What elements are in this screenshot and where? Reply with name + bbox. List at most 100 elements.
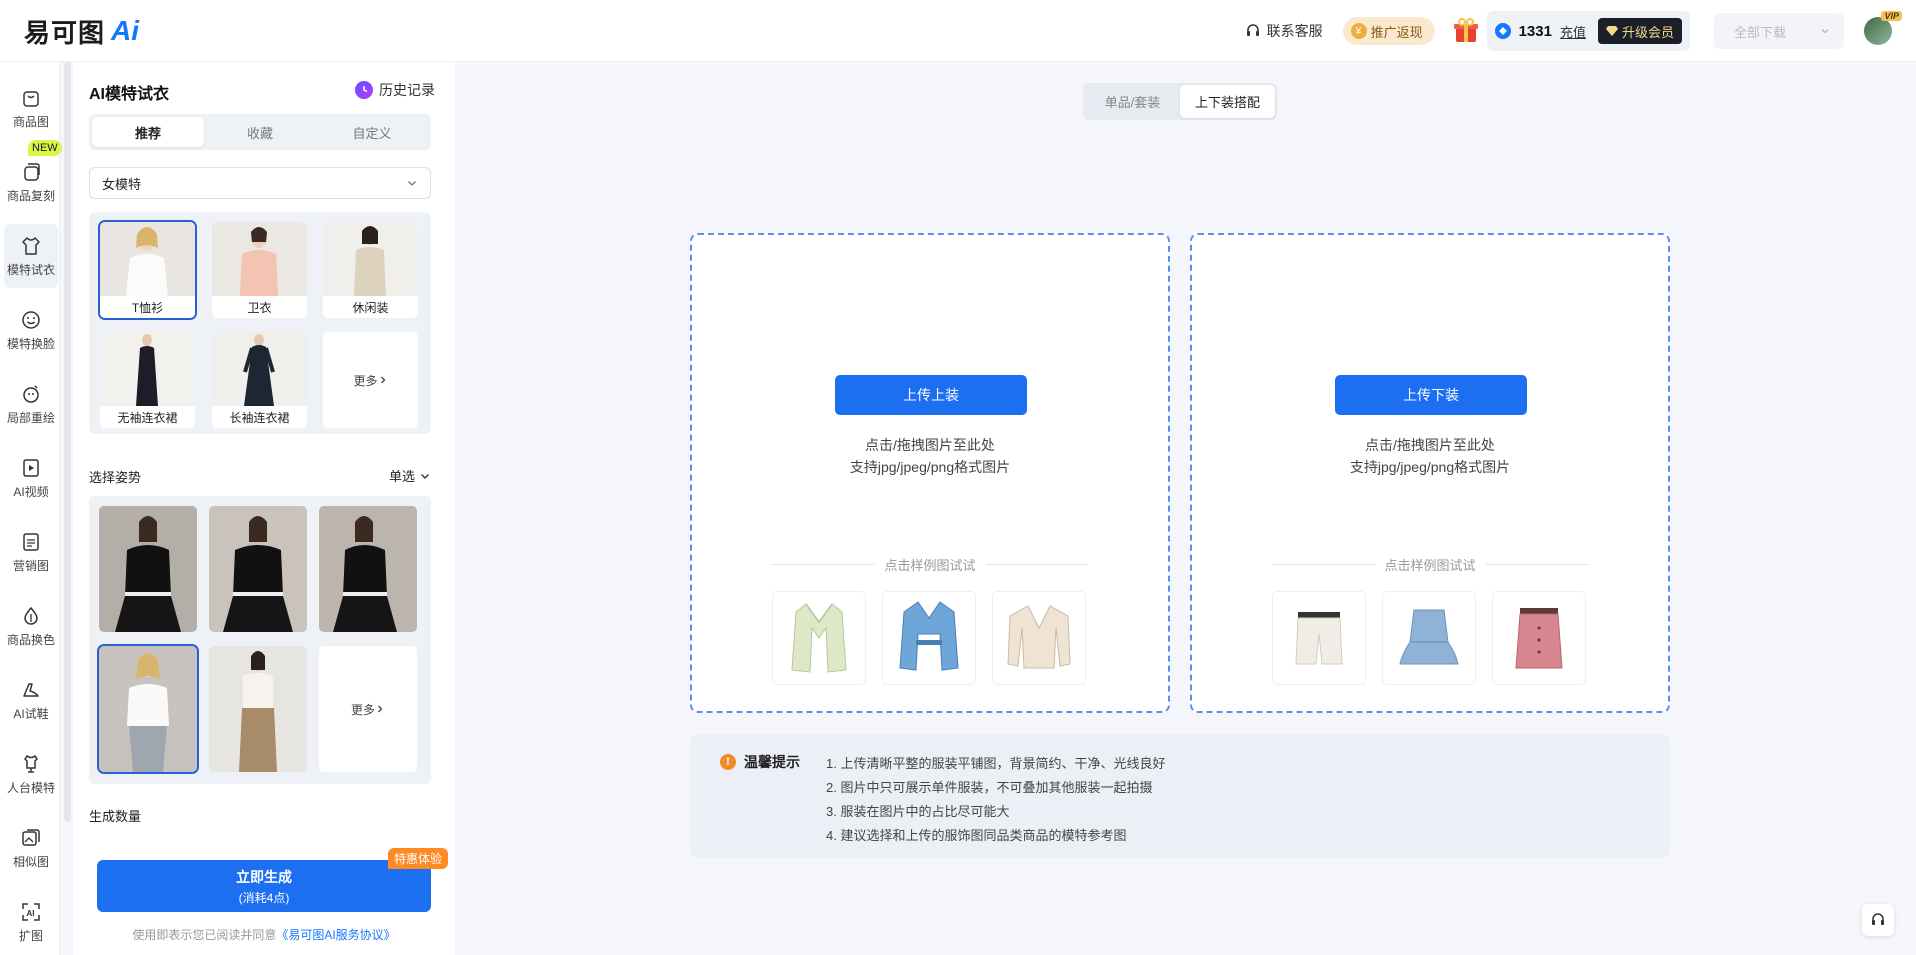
upload-top-dropzone[interactable]: 上传上装 点击/拖拽图片至此处 支持jpg/jpeg/png格式图片 点击样例图… [690, 233, 1170, 713]
tab-custom[interactable]: 自定义 [316, 117, 428, 147]
sample-denim-skirt[interactable] [1382, 591, 1476, 685]
tip-item: 2. 图片中只可展示单件服装，不可叠加其他服装一起拍摄 [826, 780, 1153, 795]
upload-bottom-dropzone[interactable]: 上传下装 点击/拖拽图片至此处 支持jpg/jpeg/png格式图片 点击样例图… [1190, 233, 1670, 713]
video-icon [23, 458, 39, 477]
pose-card[interactable] [209, 506, 307, 632]
pose-card[interactable] [209, 646, 307, 772]
nav-item-similar-image[interactable]: 相似图 [4, 816, 58, 880]
chevron-right-icon [380, 376, 385, 384]
floating-service-button[interactable] [1862, 904, 1894, 936]
tab-recommend[interactable]: 推荐 [92, 117, 204, 147]
more-label: 更多 [353, 373, 378, 388]
nav-label: 模特换脸 [6, 336, 55, 351]
nav-item-partial-repaint[interactable]: 局部重绘 [4, 372, 58, 436]
recharge-link[interactable]: 充值 [1560, 22, 1586, 41]
new-badge: NEW [28, 140, 62, 156]
upload-top-button[interactable]: 上传上装 [835, 375, 1027, 415]
model-card-hoodie[interactable]: 卫衣 [212, 222, 307, 318]
model-photo [323, 222, 418, 296]
nav-label: 扩图 [18, 928, 43, 943]
sample-beige-blouse[interactable] [992, 591, 1086, 685]
download-all-dropdown[interactable]: 全部下载 [1714, 13, 1844, 49]
chevron-down-icon [408, 181, 416, 186]
expand-image-icon: AI [22, 902, 40, 921]
color-drop-icon [24, 606, 38, 625]
more-poses-button[interactable]: 更多 [319, 646, 417, 772]
nav-item-product-recolor[interactable]: 商品换色 [4, 594, 58, 658]
upgrade-vip-button[interactable]: 升级会员 [1597, 18, 1682, 44]
sample-pink-skirt[interactable] [1492, 591, 1586, 685]
sample-list [772, 591, 1088, 685]
settings-panel: AI模特试衣 历史记录 推荐 收藏 自定义 女模特 T恤衫 卫衣 休闲装 无袖连… [73, 62, 455, 955]
gift-button[interactable] [1453, 18, 1479, 44]
nav-item-ai-shoe[interactable]: AI试鞋 [4, 668, 58, 732]
nav-item-model-tryon[interactable]: 模特试衣 [4, 224, 58, 288]
sample-denim-jacket[interactable] [882, 591, 976, 685]
model-source-tabs: 推荐 收藏 自定义 [89, 114, 431, 150]
pose-card[interactable] [99, 506, 197, 632]
sample-list [1272, 591, 1588, 685]
tab-favorites[interactable]: 收藏 [204, 117, 316, 147]
nav-label: 商品图 [12, 114, 49, 129]
nav-item-mannequin[interactable]: 人台模特 [4, 742, 58, 806]
sidenav-scrollbar[interactable] [64, 62, 71, 822]
upgrade-vip-label: 升级会员 [1621, 24, 1674, 40]
credit-box: 1331 充值 升级会员 [1486, 11, 1690, 51]
nav-item-marketing-image[interactable]: 营销图 [4, 520, 58, 584]
pose-card[interactable] [319, 506, 417, 632]
model-caption: T恤衫 [100, 296, 195, 318]
shirt-icon [22, 236, 40, 255]
select-mode-dropdown[interactable]: 单选 [389, 466, 431, 485]
model-card-longsleeve-dress[interactable]: 长袖连衣裙 [212, 332, 307, 428]
contact-service-label: 联系客服 [1266, 23, 1323, 39]
contact-service-button[interactable]: 联系客服 [1245, 21, 1323, 41]
nav-item-face-swap[interactable]: 模特换脸 [4, 298, 58, 362]
divider-line [1485, 564, 1589, 565]
shoe-icon [23, 682, 39, 697]
similar-image-icon [22, 828, 40, 846]
repaint-icon [23, 384, 39, 403]
model-card-casual[interactable]: 休闲装 [323, 222, 418, 318]
chevron-down-icon [1821, 29, 1829, 34]
top-right-actions: 联系客服 ¥ 推广返现 1331 充值 升级会员 全部下载 VIP [1245, 0, 1916, 62]
model-photo [100, 332, 195, 406]
nav-item-ai-video[interactable]: AI视频 [4, 446, 58, 510]
sample-green-blazer[interactable] [772, 591, 866, 685]
sample-white-shorts[interactable] [1272, 591, 1366, 685]
nav-label: 相似图 [12, 854, 49, 869]
gender-select[interactable]: 女模特 [89, 167, 431, 199]
nav-item-product-replicate[interactable]: 商品复刻 [4, 150, 58, 214]
mode-tabs: 单品/套装 上下装搭配 [1083, 83, 1277, 120]
headset-icon [1246, 24, 1259, 36]
nav-item-product-image[interactable]: 商品图 [4, 76, 58, 140]
tab-top-bottom[interactable]: 上下装搭配 [1180, 85, 1275, 118]
more-models-button[interactable]: 更多 [323, 332, 418, 428]
generate-button[interactable]: 立即生成 (消耗4点) [97, 860, 431, 912]
promo-cashback-button[interactable]: ¥ 推广返现 [1342, 17, 1435, 45]
top-bar: 易可图 Ai 联系客服 ¥ 推广返现 1331 充值 升级会员 全部下载 VIP [0, 0, 1916, 62]
generate-label: 立即生成 [236, 868, 292, 885]
nav-item-expand-image[interactable]: AI 扩图 [4, 890, 58, 954]
tab-single-set[interactable]: 单品/套装 [1085, 85, 1180, 118]
model-card-tshirt[interactable]: T恤衫 [98, 220, 197, 320]
more-label: 更多 [350, 702, 375, 717]
history-button[interactable]: 历史记录 [355, 80, 435, 100]
promo-label: 推广返现 [1370, 24, 1423, 40]
nav-label: AI视频 [13, 484, 49, 499]
logo[interactable]: 易可图 Ai [24, 14, 139, 49]
logo-text: 易可图 [24, 18, 106, 49]
divider-line [1272, 564, 1375, 565]
upload-bottom-button[interactable]: 上传下装 [1335, 375, 1527, 415]
gift-icon [1453, 18, 1478, 42]
model-photo [100, 222, 195, 296]
upload-hint-format: 支持jpg/jpeg/png格式图片 [1349, 459, 1511, 475]
upload-hint-format: 支持jpg/jpeg/png格式图片 [849, 459, 1011, 475]
nav-label: 营销图 [12, 558, 49, 573]
select-mode-label: 单选 [388, 469, 415, 484]
model-card-sleeveless-dress[interactable]: 无袖连衣裙 [100, 332, 195, 428]
agreement-link[interactable]: 《易可图AI服务协议》 [276, 928, 395, 942]
side-nav: 商品图 商品复刻 模特试衣 模特换脸 局部重绘 AI视频 营销图 商品换色 AI… [0, 62, 60, 955]
user-avatar[interactable]: VIP [1864, 11, 1902, 45]
pose-card-selected[interactable] [97, 644, 199, 774]
face-icon [22, 310, 40, 329]
